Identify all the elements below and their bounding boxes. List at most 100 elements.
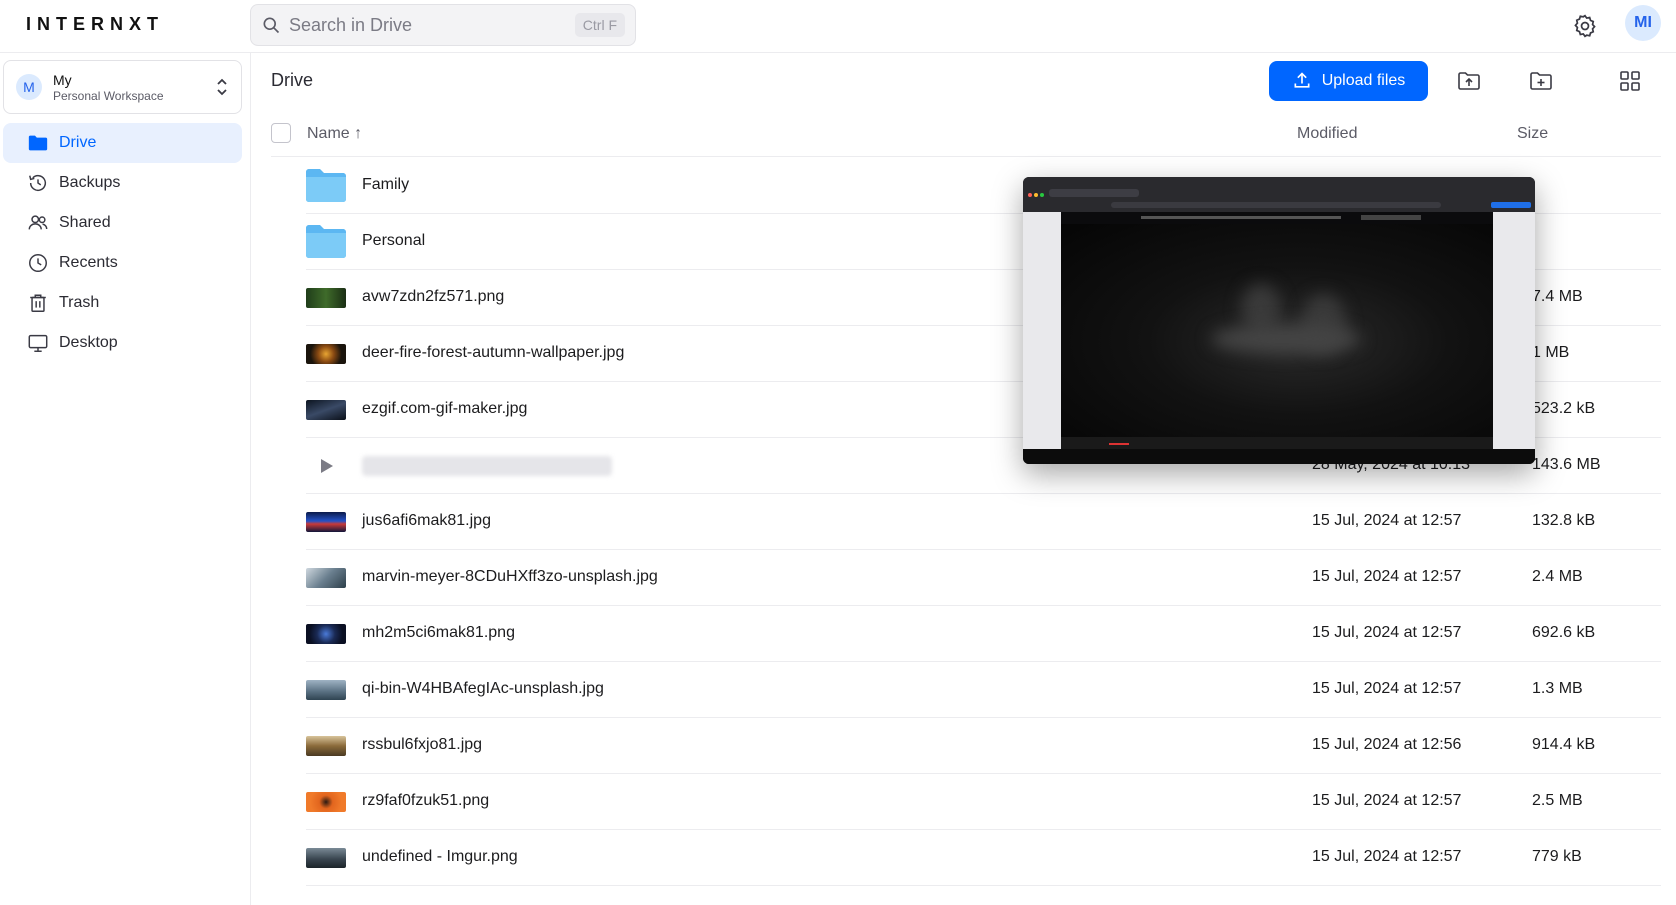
file-preview-popup [1023,177,1535,464]
file-name: rssbul6fxjo81.jpg [362,736,483,753]
file-name: jus6afi6mak81.jpg [362,512,491,529]
preview-right-margin [1493,212,1535,449]
file-modified: 15 Jul, 2024 at 12:57 [1312,848,1462,865]
file-size: 1 MB [1532,344,1570,361]
preview-left-margin [1023,212,1061,449]
file-name: ezgif.com-gif-maker.jpg [362,400,528,417]
image-thumbnail [306,680,346,700]
trash-icon [30,294,46,312]
search-input[interactable]: Search in Drive Ctrl F [250,4,636,46]
table-row[interactable]: mh2m5ci6mak81.png 15 Jul, 2024 at 12:57 … [306,606,1661,662]
sidebar-item-backups[interactable]: Backups [3,163,242,203]
image-thumbnail [306,344,346,364]
app-logo[interactable]: INTERNXT [26,14,164,35]
sidebar-item-drive[interactable]: Drive [3,123,242,163]
sidebar-item-shared[interactable]: Shared [3,203,242,243]
preview-browser-chrome [1023,177,1535,212]
file-size: 7.4 MB [1532,288,1583,305]
image-thumbnail [306,400,346,420]
file-name: Family [362,176,410,193]
workspace-selector[interactable]: M My Personal Workspace [3,60,242,114]
file-modified: 15 Jul, 2024 at 12:57 [1312,680,1462,697]
workspace-name: My [53,71,72,88]
workspace-subtitle: Personal Workspace [53,88,164,103]
upload-icon [1294,72,1310,88]
chevron-up-down-icon [217,78,227,96]
sidebar-nav: Drive Backups Shared Recents Trash Deskt… [3,123,242,363]
file-size: 2.5 MB [1532,792,1583,809]
sidebar-item-trash[interactable]: Trash [3,283,242,323]
file-modified: 15 Jul, 2024 at 12:56 [1312,736,1462,753]
clock-icon [29,254,47,272]
image-thumbnail [306,792,346,812]
desktop-icon [28,334,48,352]
image-thumbnail [306,624,346,644]
history-icon [29,175,47,192]
column-header-name[interactable]: Name ↑ [307,125,362,143]
sidebar-item-label: Backups [59,174,121,191]
upload-folder-icon[interactable] [1457,70,1481,92]
select-all-checkbox[interactable] [271,123,291,143]
image-thumbnail [306,736,346,756]
sidebar-item-desktop[interactable]: Desktop [3,323,242,363]
sidebar-item-recents[interactable]: Recents [3,243,242,283]
file-name-redacted [362,456,612,476]
preview-site-nav [1061,212,1493,224]
file-modified: 15 Jul, 2024 at 12:57 [1312,568,1462,585]
breadcrumb[interactable]: Drive [271,70,313,91]
file-name: qi-bin-W4HBAfegIAc-unsplash.jpg [362,680,604,697]
table-row[interactable]: rz9faf0fzuk51.png 15 Jul, 2024 at 12:57 … [306,774,1661,830]
folder-icon [306,169,346,202]
upload-files-button[interactable]: Upload files [1269,61,1428,101]
table-row[interactable]: qi-bin-W4HBAfegIAc-unsplash.jpg 15 Jul, … [306,662,1661,718]
upload-files-label: Upload files [1321,72,1406,89]
image-thumbnail [306,568,346,588]
sidebar-item-label: Trash [59,294,100,311]
search-placeholder: Search in Drive [289,14,413,35]
file-size: 132.8 kB [1532,512,1596,529]
file-size: 1.3 MB [1532,680,1583,697]
preview-progress-mark [1109,443,1129,445]
top-bar: INTERNXT Search in Drive Ctrl F MI [0,0,1676,53]
file-name: undefined - Imgur.png [362,848,518,865]
search-icon [263,17,280,34]
grid-view-icon[interactable] [1618,70,1642,92]
user-avatar[interactable]: MI [1625,5,1661,41]
image-thumbnail [306,848,346,868]
file-name: Personal [362,232,426,249]
preview-video-frame [1061,224,1493,437]
file-size: 914.4 kB [1532,736,1596,753]
sidebar-item-label: Recents [59,254,118,271]
users-icon [28,215,48,230]
sidebar-item-label: Shared [59,214,111,231]
sidebar: M My Personal Workspace Drive Backups Sh… [0,53,251,905]
folder-icon [28,135,48,151]
table-row[interactable]: undefined - Imgur.png 15 Jul, 2024 at 12… [306,830,1661,886]
file-name: avw7zdn2fz571.png [362,288,505,305]
sidebar-item-label: Desktop [59,334,118,351]
file-size: 2.4 MB [1532,568,1583,585]
file-name: deer-fire-forest-autumn-wallpaper.jpg [362,344,625,361]
sidebar-item-label: Drive [59,134,97,151]
file-size: 779 kB [1532,848,1582,865]
table-row[interactable]: rssbul6fxjo81.jpg 15 Jul, 2024 at 12:56 … [306,718,1661,774]
table-row[interactable]: jus6afi6mak81.jpg 15 Jul, 2024 at 12:57 … [306,494,1661,550]
file-size: 523.2 kB [1532,400,1596,417]
file-name: marvin-meyer-8CDuHXff3zo-unsplash.jpg [362,568,658,585]
file-modified: 15 Jul, 2024 at 12:57 [1312,792,1462,809]
table-row[interactable]: marvin-meyer-8CDuHXff3zo-unsplash.jpg 15… [306,550,1661,606]
file-name: rz9faf0fzuk51.png [362,792,490,809]
file-modified: 15 Jul, 2024 at 12:57 [1312,624,1462,641]
column-header-size[interactable]: Size [1517,125,1548,143]
workspace-avatar: M [16,74,42,100]
file-size: 692.6 kB [1532,624,1596,641]
file-size: 143.6 MB [1532,456,1601,473]
settings-gear-icon[interactable] [1572,13,1598,39]
file-name: mh2m5ci6mak81.png [362,624,515,641]
column-header-modified[interactable]: Modified [1297,125,1357,143]
preview-footer [1023,449,1535,464]
image-thumbnail [306,512,346,532]
search-shortcut-badge: Ctrl F [574,13,625,37]
file-modified: 15 Jul, 2024 at 12:57 [1312,512,1462,529]
new-folder-icon[interactable] [1529,70,1553,92]
